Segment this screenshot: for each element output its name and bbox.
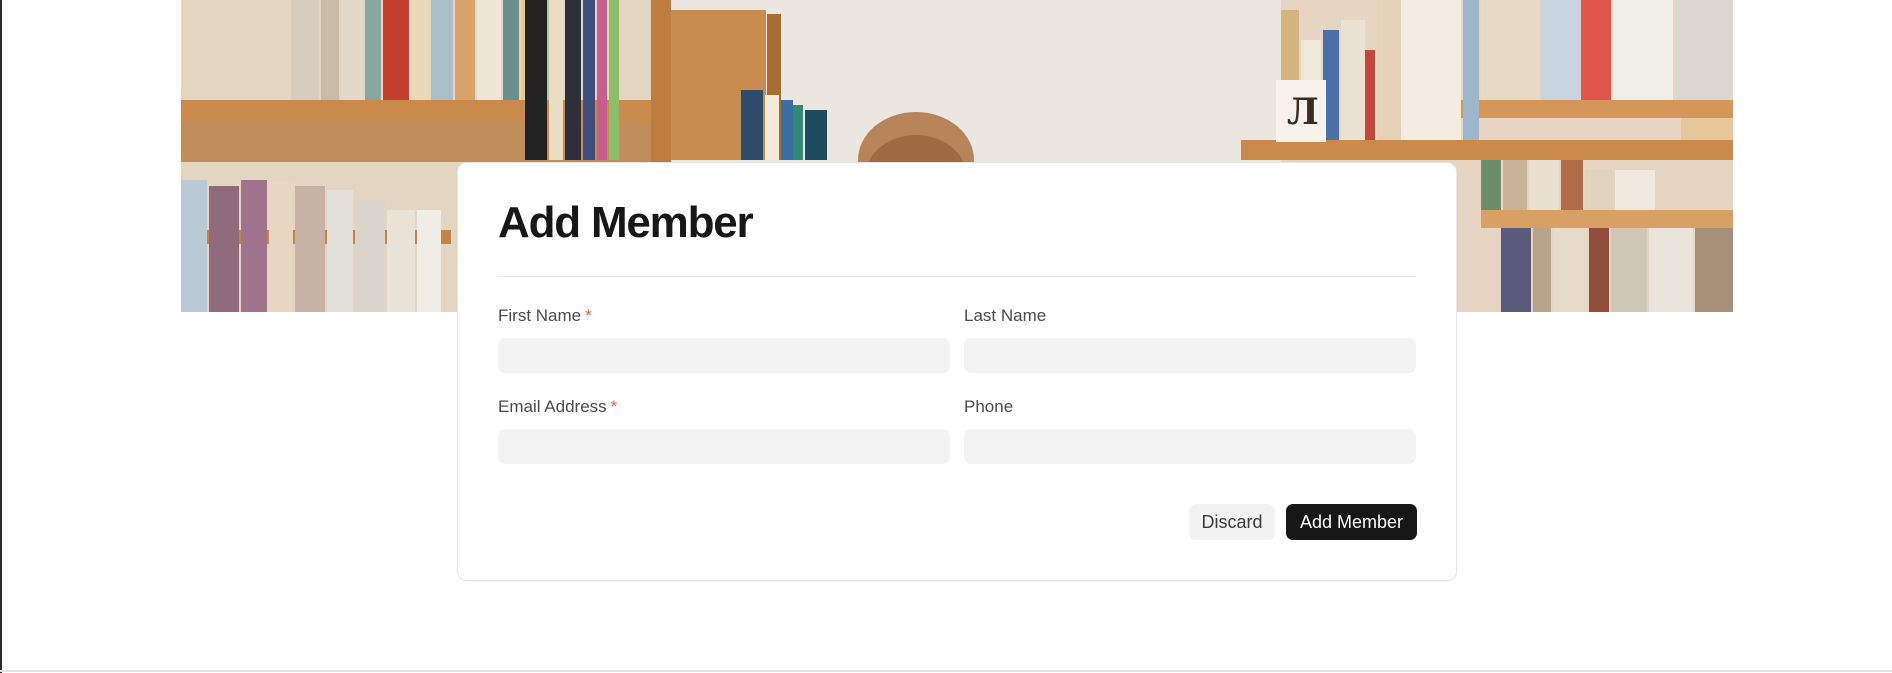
first-name-label-text: First Name [498, 306, 582, 325]
email-required-mark: * [610, 397, 618, 416]
page: Л Add Member First Name * Last Name Emai… [0, 0, 1892, 673]
first-name-label: First Name * [498, 307, 592, 324]
add-member-button[interactable]: Add Member [1286, 504, 1417, 540]
phone-label: Phone [964, 398, 1013, 415]
title-divider [498, 276, 1416, 277]
last-name-input[interactable] [964, 338, 1416, 373]
book-spine-letter: Л [1287, 91, 1319, 133]
email-label-text: Email Address [498, 397, 607, 416]
add-member-card: Add Member First Name * Last Name Email A… [457, 162, 1457, 581]
last-name-label: Last Name [964, 307, 1046, 324]
page-title: Add Member [498, 198, 754, 247]
discard-button[interactable]: Discard [1189, 504, 1275, 540]
email-label: Email Address * [498, 398, 617, 415]
phone-label-text: Phone [964, 397, 1014, 416]
bottom-divider [0, 670, 1892, 672]
email-input[interactable] [498, 429, 950, 464]
first-name-input[interactable] [498, 338, 950, 373]
window-left-border [0, 0, 2, 673]
phone-input[interactable] [964, 429, 1416, 464]
first-name-required-mark: * [585, 306, 592, 325]
last-name-label-text: Last Name [964, 306, 1047, 325]
